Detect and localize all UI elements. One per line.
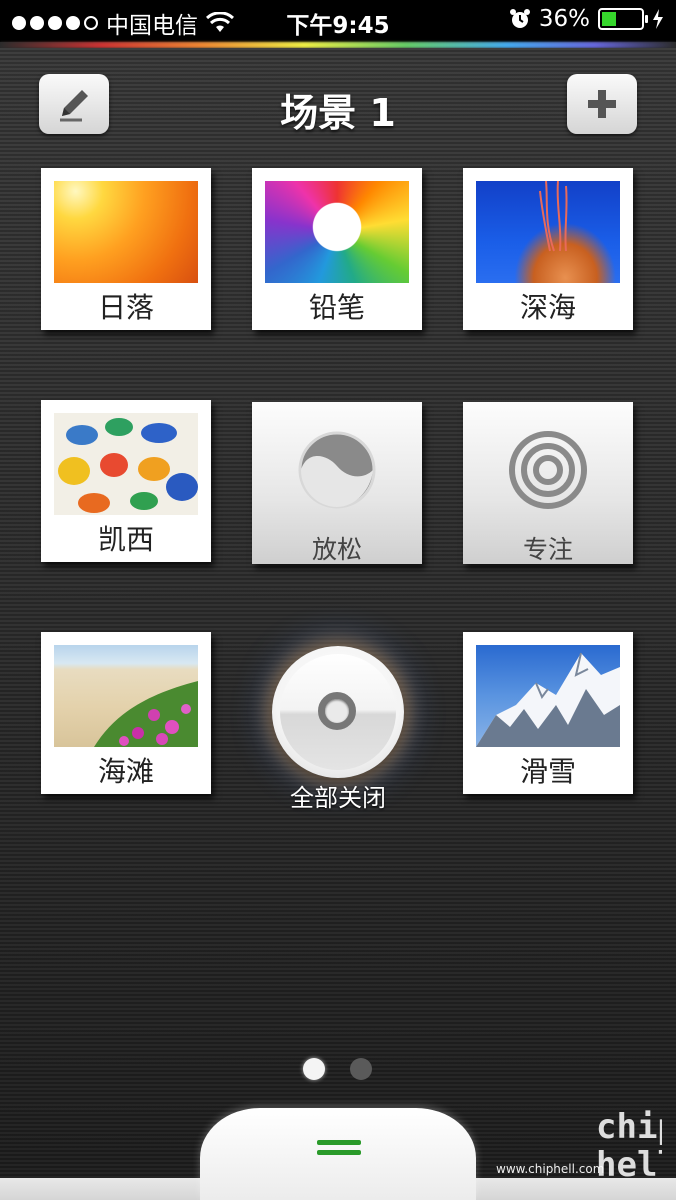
handle-line-icon: [317, 1150, 361, 1155]
scene-label: 凯西: [97, 523, 154, 556]
scene-label: 放松: [311, 535, 362, 564]
all-off-label: 全部关闭: [290, 784, 386, 812]
watermark-logo: chip hell: [596, 1107, 676, 1191]
jellyfish-photo: [476, 181, 620, 283]
drawer-handle[interactable]: [200, 1108, 476, 1200]
scene-label: 海滩: [97, 755, 154, 788]
page-indicator-2[interactable]: [350, 1058, 372, 1080]
plus-icon: [588, 90, 616, 118]
battery-icon: [598, 8, 648, 30]
sunset-photo: [54, 181, 198, 283]
svg-text:hell: hell: [596, 1145, 662, 1185]
mountain-photo: [476, 645, 620, 747]
watermark-url: www.chiphell.com: [496, 1162, 605, 1176]
add-scene-button[interactable]: [567, 74, 637, 134]
yin-yang-icon: [298, 431, 376, 509]
charging-bolt-icon: [653, 9, 663, 29]
scene-label: 滑雪: [519, 755, 576, 788]
battery-fill: [602, 12, 616, 26]
battery-percent: 36%: [538, 6, 590, 32]
all-off-button[interactable]: [272, 646, 404, 778]
status-bar: 中国电信 下午9:45 36%: [0, 0, 676, 42]
concentric-circles-icon: [509, 431, 587, 509]
pencils-photo: [265, 181, 409, 283]
power-ring-icon: [318, 692, 356, 730]
scene-card-beach[interactable]: 海滩: [41, 632, 211, 794]
scene-card-deep-sea[interactable]: 深海: [463, 168, 633, 330]
beach-photo: [54, 645, 198, 747]
scene-label: 铅笔: [308, 291, 365, 324]
scene-card-relax[interactable]: 放松: [252, 402, 422, 564]
scene-label: 深海: [519, 291, 576, 324]
scene-card-pencils[interactable]: 铅笔: [252, 168, 422, 330]
scene-card-ski[interactable]: 滑雪: [463, 632, 633, 794]
scene-label: 日落: [97, 291, 154, 324]
alarm-clock-icon: [509, 9, 530, 28]
scene-card-focus[interactable]: 专注: [463, 402, 633, 564]
handprints-photo: [54, 413, 198, 515]
svg-text:chip: chip: [596, 1108, 662, 1147]
scene-label: 专注: [522, 535, 573, 564]
scene-card-kathy[interactable]: 凯西: [41, 400, 211, 562]
page-indicator-1[interactable]: [303, 1058, 325, 1080]
handle-line-icon: [317, 1140, 361, 1145]
scene-card-sunset[interactable]: 日落: [41, 168, 211, 330]
